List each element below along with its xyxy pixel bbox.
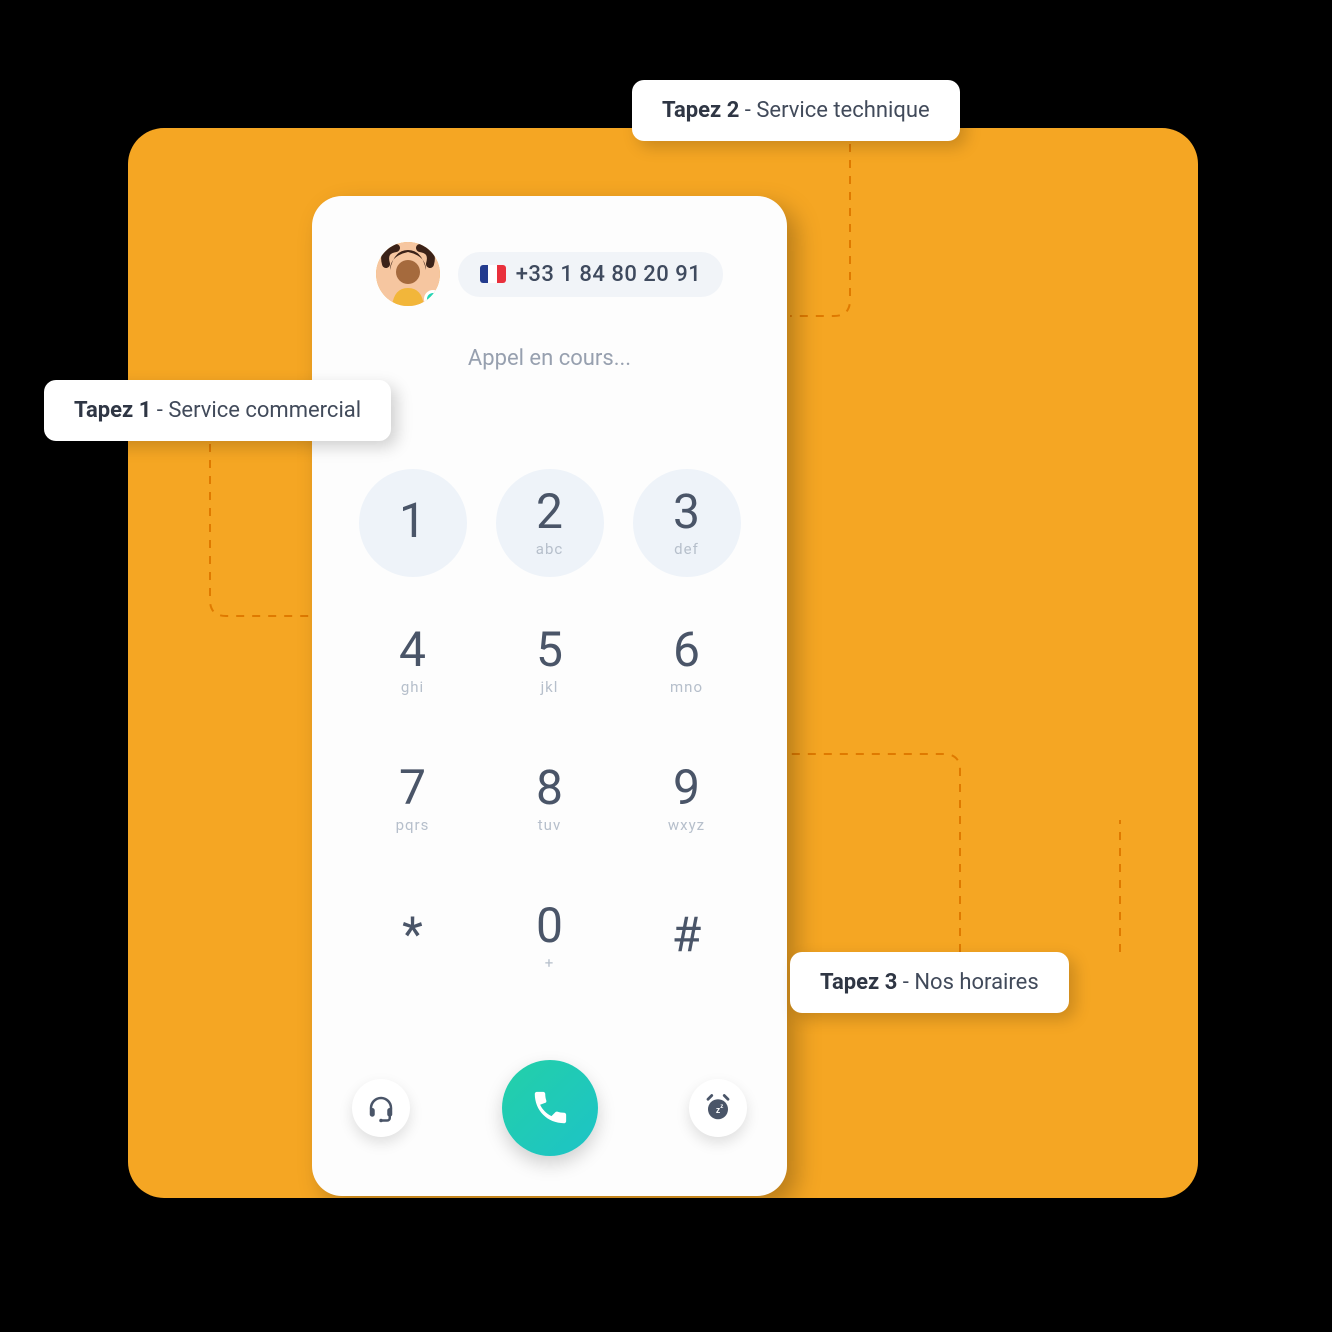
key-6-digit: 6 [673, 626, 700, 674]
phone-number: +33 1 84 80 20 91 [516, 262, 702, 287]
key-star[interactable]: * [359, 883, 467, 991]
key-8-letters: tuv [538, 816, 561, 834]
key-4-letters: ghi [401, 678, 424, 696]
key-8[interactable]: 8 tuv [496, 745, 604, 853]
key-3-letters: def [674, 540, 699, 558]
key-0[interactable]: 0 + [496, 883, 604, 991]
phone-handset-icon [528, 1086, 572, 1130]
key-2-letters: abc [536, 540, 563, 558]
key-1-digit: 1 [399, 497, 426, 545]
callout-tapez-2: Tapez 2 - Service technique [632, 80, 960, 141]
key-star-digit: * [402, 911, 423, 959]
flag-fr-icon [480, 265, 506, 283]
callout-2-bold: Tapez 2 [662, 98, 739, 123]
key-9[interactable]: 9 wxyz [633, 745, 741, 853]
key-7-letters: pqrs [396, 816, 430, 834]
callout-3-rest: - Nos horaires [897, 970, 1038, 995]
key-7[interactable]: 7 pqrs [359, 745, 467, 853]
key-2-digit: 2 [536, 488, 563, 536]
key-7-digit: 7 [399, 764, 426, 812]
phone-header: +33 1 84 80 20 91 [376, 242, 724, 306]
callout-tapez-1: Tapez 1 - Service commercial [44, 380, 391, 441]
keypad: 1 2 abc 3 def 4 ghi 5 jkl 6 mno 7 pqrs 8 [344, 469, 755, 991]
key-0-digit: 0 [536, 902, 563, 950]
key-1[interactable]: 1 [359, 469, 467, 577]
callout-3-bold: Tapez 3 [820, 970, 897, 995]
key-hash-digit: # [672, 911, 702, 959]
key-4[interactable]: 4 ghi [359, 607, 467, 715]
callout-1-bold: Tapez 1 [74, 398, 151, 423]
key-0-letters: + [545, 954, 555, 972]
avatar [376, 242, 440, 306]
key-3[interactable]: 3 def [633, 469, 741, 577]
key-5-letters: jkl [541, 678, 559, 696]
key-3-digit: 3 [673, 488, 700, 536]
callout-2-rest: - Service technique [739, 98, 929, 123]
svg-text:z: z [720, 1103, 723, 1110]
key-5[interactable]: 5 jkl [496, 607, 604, 715]
headset-button[interactable] [352, 1079, 410, 1137]
key-6-letters: mno [670, 678, 703, 696]
call-status: Appel en cours... [468, 346, 631, 371]
alarm-snooze-icon: z z [703, 1093, 733, 1123]
key-8-digit: 8 [536, 764, 563, 812]
key-9-digit: 9 [673, 764, 700, 812]
key-2[interactable]: 2 abc [496, 469, 604, 577]
key-9-letters: wxyz [668, 816, 705, 834]
key-4-digit: 4 [399, 626, 426, 674]
key-6[interactable]: 6 mno [633, 607, 741, 715]
phone-number-pill[interactable]: +33 1 84 80 20 91 [458, 252, 724, 297]
bottom-row: z z [344, 1060, 755, 1164]
snooze-button[interactable]: z z [689, 1079, 747, 1137]
phone-panel: +33 1 84 80 20 91 Appel en cours... 1 2 … [312, 196, 787, 1196]
key-hash[interactable]: # [633, 883, 741, 991]
headset-icon [366, 1093, 396, 1123]
call-button[interactable] [502, 1060, 598, 1156]
presence-dot [424, 290, 440, 306]
callout-tapez-3: Tapez 3 - Nos horaires [790, 952, 1069, 1013]
callout-1-rest: - Service commercial [151, 398, 361, 423]
key-5-digit: 5 [536, 626, 563, 674]
